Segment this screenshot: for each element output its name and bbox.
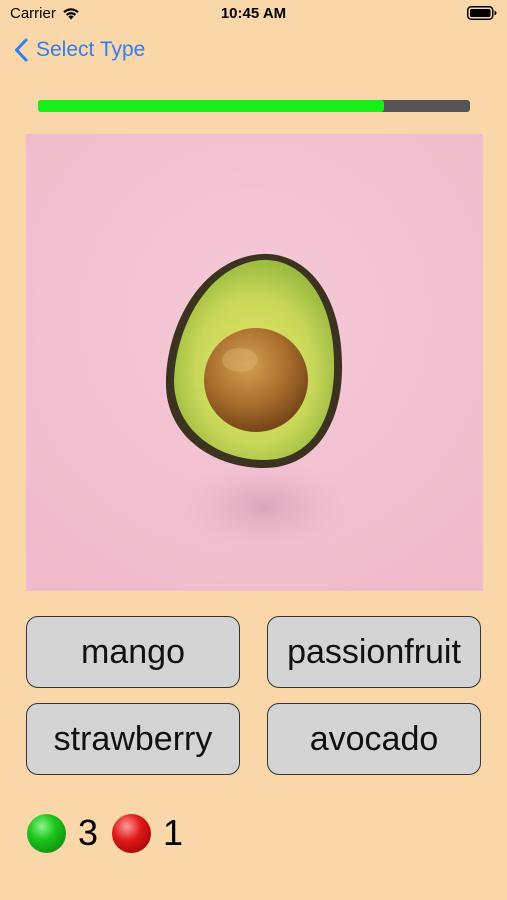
status-bar: Carrier 10:45 AM <box>0 0 507 28</box>
chevron-left-icon <box>14 38 28 62</box>
answer-button-strawberry[interactable]: strawberry <box>26 703 240 775</box>
answer-button-passionfruit[interactable]: passionfruit <box>267 616 481 688</box>
status-time: 10:45 AM <box>220 5 287 22</box>
back-button-label: Select Type <box>36 38 146 61</box>
score-bar: 3 1 <box>27 810 183 856</box>
wrong-count: 1 <box>163 812 184 853</box>
wrong-ball-icon <box>112 813 152 853</box>
correct-count: 3 <box>78 812 99 853</box>
progress-bar <box>38 100 470 112</box>
battery-icon <box>467 6 497 25</box>
answer-button-mango[interactable]: mango <box>26 616 240 688</box>
back-button[interactable]: Select Type <box>14 38 145 62</box>
correct-ball-icon <box>27 813 66 853</box>
progress-fill <box>38 100 384 112</box>
avocado-photo <box>26 134 483 591</box>
answer-button-avocado[interactable]: avocado <box>267 703 481 775</box>
